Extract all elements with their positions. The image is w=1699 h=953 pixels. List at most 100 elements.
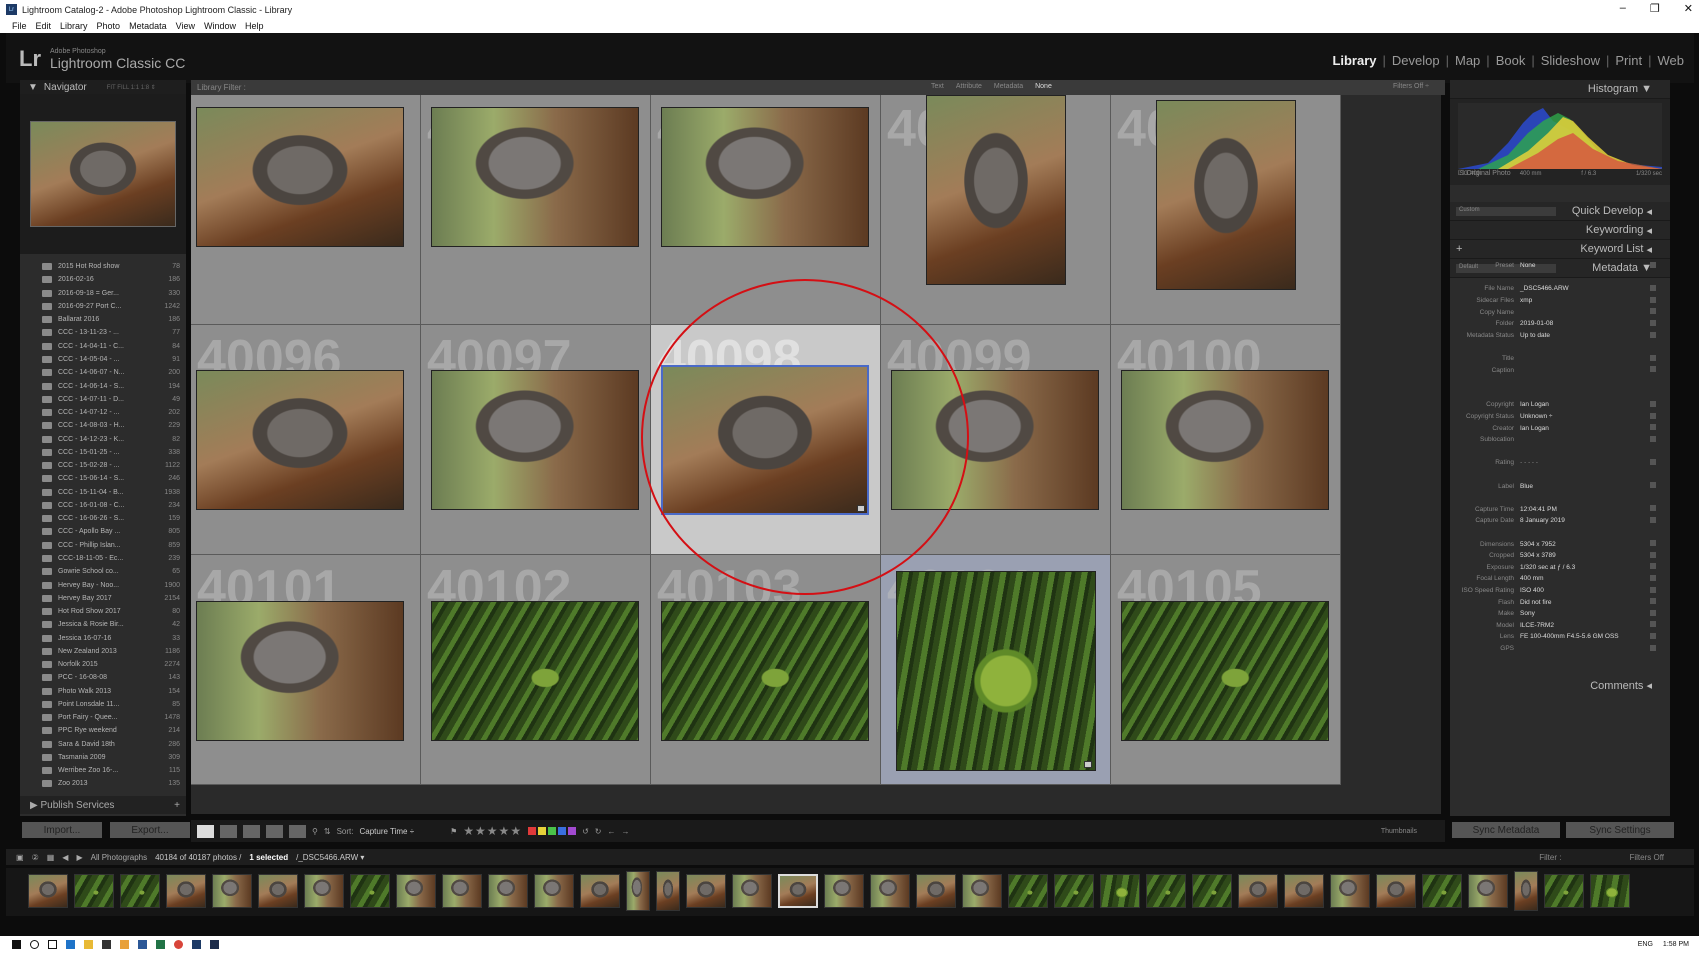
metadata-action-icon[interactable] <box>1650 482 1656 489</box>
folder-item[interactable]: Werribee Zoo 16-... 115 <box>20 764 186 777</box>
folder-item[interactable]: CCC - 14-12-23 - K... 82 <box>20 432 186 445</box>
metadata-action-icon[interactable] <box>1650 319 1656 326</box>
filmstrip-thumbnail[interactable] <box>962 874 1002 908</box>
metadata-value[interactable]: FE 100-400mm F4.5-5.6 GM OSS <box>1520 633 1619 640</box>
module-web[interactable]: Web <box>1658 53 1685 68</box>
rotate-left-icon[interactable]: ↺ <box>582 827 589 836</box>
folder-item[interactable]: CCC - 15-01-25 - ... 338 <box>20 446 186 459</box>
menu-help[interactable]: Help <box>245 21 264 31</box>
metadata-value[interactable]: 8 January 2019 <box>1520 517 1565 524</box>
photo-thumbnail[interactable] <box>431 107 639 247</box>
back-arrow-icon[interactable]: ◀ <box>62 853 68 862</box>
folder-item[interactable]: Hervey Bay - Noo... 1900 <box>20 578 186 591</box>
lightroom-taskbar-icon[interactable] <box>192 940 201 949</box>
explorer-icon[interactable] <box>84 940 93 949</box>
metadata-action-icon[interactable] <box>1650 551 1656 558</box>
grid-cell[interactable]: 40092 <box>421 95 651 325</box>
metadata-value[interactable]: 400 mm <box>1520 575 1543 582</box>
taskview-icon[interactable] <box>48 940 57 949</box>
grid-cell[interactable]: 40104 <box>881 555 1111 785</box>
folder-item[interactable]: CCC - 15-11-04 - B... 1938 <box>20 486 186 499</box>
edge-icon[interactable] <box>66 940 75 949</box>
filmstrip-thumbnail[interactable] <box>656 871 680 911</box>
filmstrip-thumbnail[interactable] <box>626 871 650 911</box>
metadata-action-icon[interactable] <box>1650 505 1656 512</box>
grid-view-icon[interactable] <box>197 824 214 838</box>
metadata-action-icon[interactable] <box>1650 644 1656 651</box>
metadata-action-icon[interactable] <box>1650 354 1656 361</box>
people-view-icon[interactable] <box>289 824 306 838</box>
filmstrip-thumbnail[interactable] <box>534 874 574 908</box>
survey-view-icon[interactable] <box>266 824 283 838</box>
thumbnails-slider[interactable]: Thumbnails <box>1381 828 1417 835</box>
sync-settings-button[interactable]: Sync Settings <box>1566 822 1674 838</box>
compare-view-icon[interactable] <box>243 824 260 838</box>
import-button[interactable]: Import... <box>22 822 102 838</box>
filmstrip-thumbnail[interactable] <box>1422 874 1462 908</box>
folder-item[interactable]: CCC - 13-11-23 - ... 77 <box>20 326 186 339</box>
folder-item[interactable]: Photo Walk 2013 154 <box>20 685 186 698</box>
saved-preset-select[interactable]: Custom <box>1456 207 1556 216</box>
metadata-action-icon[interactable] <box>1650 459 1656 466</box>
color-label-swatch[interactable] <box>528 827 537 835</box>
folder-item[interactable]: Port Fairy - Quee... 1478 <box>20 711 186 724</box>
folder-item[interactable]: 2016-09-27 Port C... 1242 <box>20 300 186 313</box>
metadata-value[interactable]: None <box>1520 262 1536 269</box>
quick-develop-header[interactable]: Custom Quick Develop ◂ <box>1450 202 1670 221</box>
metadata-action-icon[interactable] <box>1650 401 1656 408</box>
original-photo-checkbox[interactable]: ☐ Original Photo <box>1458 169 1511 177</box>
metadata-value[interactable]: 5304 x 3789 <box>1520 552 1556 559</box>
filmstrip-thumbnail[interactable] <box>1284 874 1324 908</box>
module-slideshow[interactable]: Slideshow <box>1541 53 1600 68</box>
metadata-value[interactable]: Did not fire <box>1520 599 1551 606</box>
filmstrip-thumbnail[interactable] <box>120 874 160 908</box>
sort-dropdown[interactable]: Capture Time ÷ <box>359 827 414 836</box>
source-label[interactable]: All Photographs <box>91 853 147 862</box>
folder-item[interactable]: CCC - 14-04-11 - C... 84 <box>20 340 186 353</box>
metadata-action-icon[interactable] <box>1650 598 1656 605</box>
second-window-icon[interactable]: ② <box>32 853 39 862</box>
metadata-value[interactable]: 1/320 sec at ƒ / 6.3 <box>1520 564 1575 571</box>
folder-item[interactable]: CCC - 15-06-14 - S... 246 <box>20 472 186 485</box>
filmstrip-thumbnail[interactable] <box>166 874 206 908</box>
filter-option-text[interactable]: Text <box>931 83 944 90</box>
folder-item[interactable]: PCC - 16-08-08 143 <box>20 671 186 684</box>
metadata-value[interactable]: 12:04:41 PM <box>1520 506 1557 513</box>
menu-file[interactable]: File <box>12 21 27 31</box>
folder-item[interactable]: Jessica 16-07-16 33 <box>20 631 186 644</box>
folder-item[interactable]: 2015 Hot Rod show 78 <box>20 260 186 273</box>
metadata-value[interactable]: xmp <box>1520 297 1532 304</box>
filmstrip-thumbnail[interactable] <box>488 874 528 908</box>
grid-cell[interactable]: 40101 <box>191 555 421 785</box>
photo-thumbnail[interactable] <box>1121 370 1329 510</box>
metadata-action-icon[interactable] <box>1650 575 1656 582</box>
photo-thumbnail[interactable] <box>661 601 869 741</box>
folder-item[interactable]: CCC - 14-06-07 - N... 200 <box>20 366 186 379</box>
module-print[interactable]: Print <box>1615 53 1642 68</box>
keyword-list-header[interactable]: + Keyword List ◂ <box>1450 240 1670 259</box>
collapse-triangle-icon[interactable]: ▼ <box>28 82 38 93</box>
filmstrip-thumbnail[interactable] <box>1192 874 1232 908</box>
color-label-swatch[interactable] <box>568 827 577 835</box>
metadata-action-icon[interactable] <box>1650 609 1656 616</box>
filmstrip-thumbnail[interactable] <box>1146 874 1186 908</box>
folder-item[interactable]: CCC - 16-06-26 - S... 159 <box>20 512 186 525</box>
folder-item[interactable]: CCC - 14-05-04 - ... 91 <box>20 353 186 366</box>
metadata-badge-icon[interactable] <box>1084 761 1092 768</box>
folder-item[interactable]: Gowrie School co... 65 <box>20 565 186 578</box>
keyword-add-icon[interactable]: + <box>1456 243 1462 255</box>
mail-icon[interactable] <box>120 940 129 949</box>
rating-stars[interactable]: ★★★★★ <box>463 824 522 838</box>
filmstrip-thumbnail[interactable] <box>396 874 436 908</box>
folder-item[interactable]: CCC - Phillip Islan... 859 <box>20 539 186 552</box>
menu-view[interactable]: View <box>176 21 195 31</box>
filmstrip-thumbnail[interactable] <box>1100 874 1140 908</box>
store-icon[interactable] <box>102 940 111 949</box>
folder-item[interactable]: CCC - 14-06-14 - S... 194 <box>20 379 186 392</box>
filmstrip-thumbnail[interactable] <box>686 874 726 908</box>
filmstrip-thumbnail[interactable] <box>1590 874 1630 908</box>
module-develop[interactable]: Develop <box>1392 53 1440 68</box>
publish-add-icon[interactable]: + <box>174 800 180 811</box>
metadata-action-icon[interactable] <box>1650 621 1656 628</box>
tray-language[interactable]: ENG <box>1638 941 1653 948</box>
